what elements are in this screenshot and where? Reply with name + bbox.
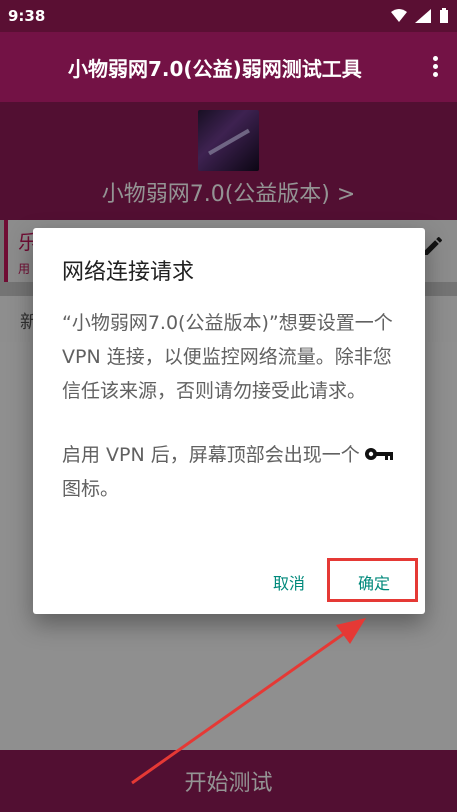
dialog-note-prefix: 启用 VPN 后，屏幕顶部会出现一个	[62, 444, 360, 466]
annotation-highlight-box	[327, 558, 418, 602]
dialog-body: “小物弱网7.0(公益版本)”想要设置一个 VPN 连接，以便监控网络流量。除非…	[62, 306, 402, 506]
key-icon	[364, 447, 393, 460]
status-bar: 9:38	[0, 0, 457, 32]
cancel-button[interactable]: 取消	[261, 562, 317, 602]
status-time: 9:38	[8, 7, 46, 25]
app-bar: 小物弱网7.0(公益)弱网测试工具	[0, 32, 457, 102]
wifi-icon	[391, 9, 407, 22]
more-vert-icon[interactable]	[433, 56, 439, 78]
dialog-message: “小物弱网7.0(公益版本)”想要设置一个 VPN 连接，以便监控网络流量。除非…	[62, 312, 393, 402]
dialog-note: 启用 VPN 后，屏幕顶部会出现一个图标。	[62, 438, 402, 506]
dialog-note-suffix: 图标。	[62, 478, 120, 500]
app-title: 小物弱网7.0(公益)弱网测试工具	[68, 56, 362, 81]
dialog-title: 网络连接请求	[62, 260, 195, 285]
status-icons	[391, 8, 449, 24]
signal-icon	[415, 9, 431, 23]
battery-icon	[440, 8, 448, 23]
vpn-request-dialog: 网络连接请求 “小物弱网7.0(公益版本)”想要设置一个 VPN 连接，以便监控…	[33, 228, 425, 614]
